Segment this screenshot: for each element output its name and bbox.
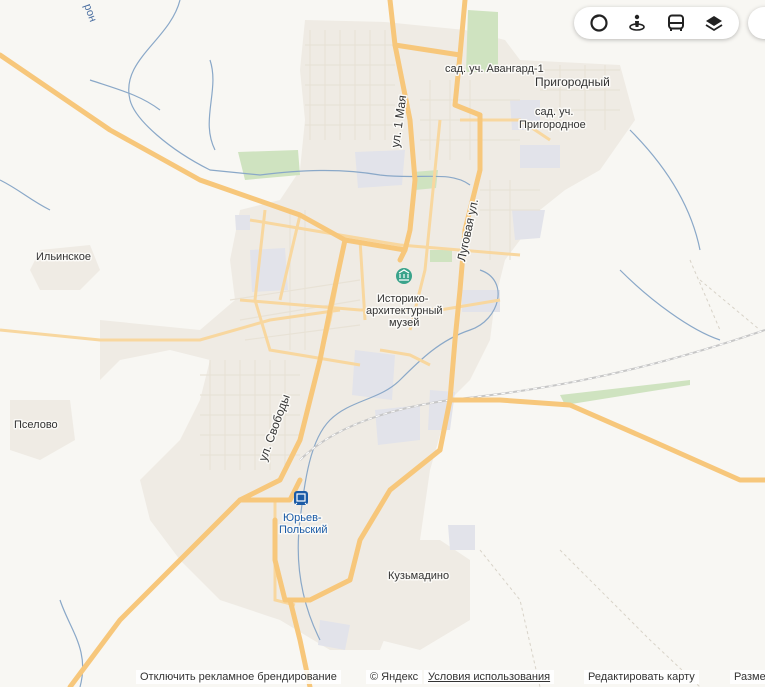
station-label-1: Юрьев- [283, 512, 322, 524]
transport-bus-icon [667, 14, 684, 31]
place-link[interactable]: Разместить [730, 670, 765, 684]
layers-circle-icon [590, 14, 608, 32]
station-label-2: Польский [279, 524, 328, 536]
edit-map-link[interactable]: Редактировать карту [584, 670, 699, 684]
copyright-text: © Яндекс [366, 670, 423, 684]
museum-label-2: архитектурный [366, 305, 443, 317]
disable-ads-link[interactable]: Отключить рекламное брендирование [136, 670, 341, 684]
terms-link[interactable]: Условия использования [424, 670, 555, 684]
map-canvas[interactable]: рон сад. уч. Авангард-1 Пригородный сад.… [0, 0, 765, 687]
prigorodny-label: Пригородный [535, 75, 610, 89]
layers-circle-button[interactable] [583, 7, 615, 39]
map-footer: Отключить рекламное брендирование © Янде… [0, 667, 765, 687]
pselovo-label: Пселово [14, 419, 58, 431]
map-toolbar [574, 7, 739, 39]
museum-marker[interactable] [396, 268, 412, 284]
panorama-person-icon [629, 14, 646, 31]
prigorodnoe-label-2: Пригородное [519, 119, 586, 131]
transport-button[interactable] [660, 7, 692, 39]
panorama-button[interactable] [621, 7, 653, 39]
museum-label-1: Историко- [377, 293, 429, 305]
ilinskoe-label: Ильинское [36, 251, 91, 263]
avangard-label: сад. уч. Авангард-1 [445, 63, 544, 75]
prigorodnoe-label-1: сад. уч. [535, 106, 573, 118]
museum-label-3: музей [389, 317, 419, 329]
station-marker[interactable] [294, 491, 308, 506]
map-layers-icon [705, 16, 723, 32]
kuzmadino-label: Кузьмадино [388, 570, 449, 582]
map-layers-button[interactable] [698, 7, 730, 39]
